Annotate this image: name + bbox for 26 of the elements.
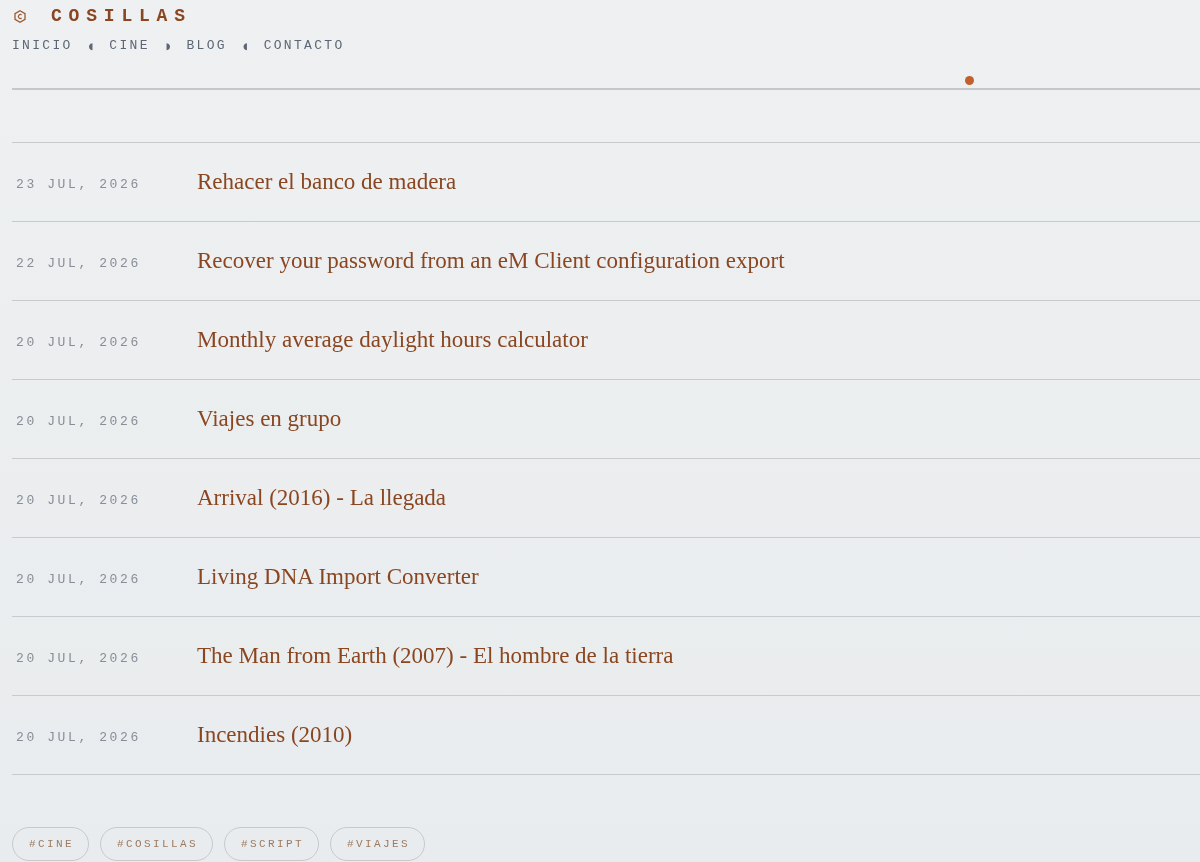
post-date: 20 JUL, 2026	[15, 570, 142, 587]
post-link[interactable]: Living DNA Import Converter	[197, 564, 479, 590]
post-link[interactable]: Incendies (2010)	[197, 722, 353, 748]
nav-separator: ◖	[242, 40, 248, 52]
post-date: 22 JUL, 2026	[15, 254, 142, 271]
post-link[interactable]: Arrival (2016) - La llegada	[197, 485, 447, 511]
nav-link[interactable]: CONTACTO	[263, 37, 345, 55]
nav-link[interactable]: CINE	[109, 37, 150, 55]
nav-link[interactable]: BLOG	[186, 37, 227, 55]
post-date: 20 JUL, 2026	[15, 491, 142, 508]
hexagon-logo-icon	[14, 9, 26, 23]
nav-separator: ◗	[165, 40, 171, 52]
post-date: 20 JUL, 2026	[15, 412, 142, 429]
nav-separator: ◖	[88, 40, 94, 52]
dot-icon	[965, 76, 974, 85]
post-date: 20 JUL, 2026	[15, 649, 142, 666]
post-link[interactable]: Recover your password from an eM Client configuration export	[197, 248, 785, 274]
nav-link[interactable]: INICIO	[12, 37, 73, 55]
site-title[interactable]: COSILLAS	[51, 5, 192, 27]
post-link[interactable]: The Man from Earth (2007) - El hombre de la tierra	[197, 643, 674, 669]
post-date: 23 JUL, 2026	[15, 175, 142, 192]
post-link[interactable]: Rehacer el banco de madera	[197, 169, 457, 195]
post-link[interactable]: Monthly average daylight hours calculator	[197, 327, 588, 353]
post-link[interactable]: Viajes en grupo	[197, 406, 342, 432]
post-date: 20 JUL, 2026	[15, 728, 142, 745]
post-date: 20 JUL, 2026	[15, 333, 142, 350]
